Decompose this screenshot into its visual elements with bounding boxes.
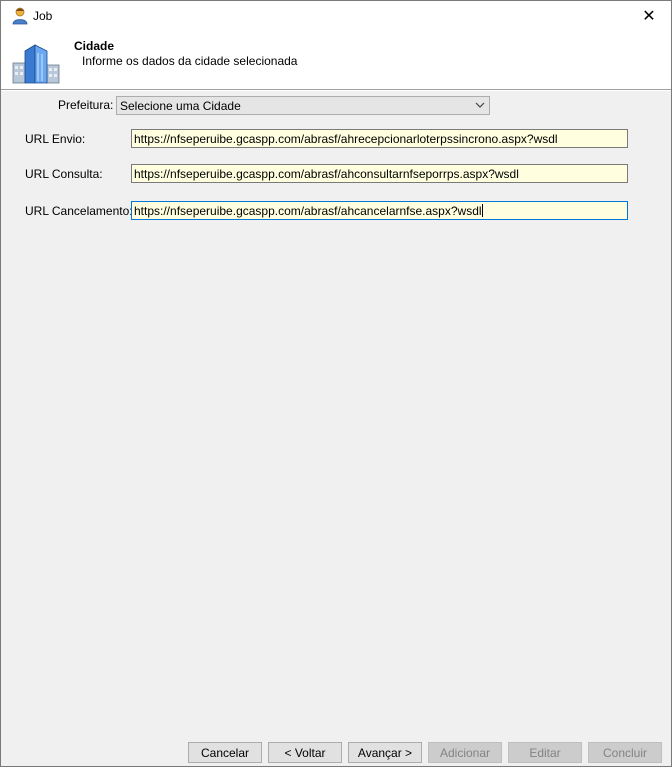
url-cancelamento-value: https://nfseperuibe.gcaspp.com/abrasf/ah… xyxy=(134,204,482,218)
voltar-button[interactable]: < Voltar xyxy=(268,742,342,763)
close-icon: ✕ xyxy=(642,8,656,25)
header-divider-highlight xyxy=(1,90,671,91)
url-envio-field[interactable]: https://nfseperuibe.gcaspp.com/abrasf/ah… xyxy=(131,129,628,148)
avancar-button[interactable]: Avançar > xyxy=(348,742,422,763)
header-title: Cidade xyxy=(74,39,115,53)
prefeitura-select[interactable]: Selecione uma Cidade xyxy=(116,96,490,115)
text-caret xyxy=(481,204,483,217)
url-cancelamento-label: URL Cancelamento: xyxy=(25,204,133,218)
adicionar-button[interactable]: Adicionar xyxy=(428,742,502,763)
editar-button[interactable]: Editar xyxy=(508,742,582,763)
concluir-button[interactable]: Concluir xyxy=(588,742,662,763)
window-title: Job xyxy=(33,9,53,23)
url-cancelamento-field[interactable]: https://nfseperuibe.gcaspp.com/abrasf/ah… xyxy=(131,201,628,220)
cancelar-button[interactable]: Cancelar xyxy=(188,742,262,763)
prefeitura-label: Prefeitura: xyxy=(58,98,114,112)
url-consulta-field[interactable]: https://nfseperuibe.gcaspp.com/abrasf/ah… xyxy=(131,164,628,183)
url-envio-label: URL Envio: xyxy=(25,132,86,146)
buildings-icon xyxy=(12,44,60,84)
chevron-down-icon xyxy=(475,102,485,108)
job-dialog: Job ✕ Cidade Informe os dados da cidade … xyxy=(0,0,672,767)
url-consulta-value: https://nfseperuibe.gcaspp.com/abrasf/ah… xyxy=(134,167,519,181)
wizard-header: Cidade Informe os dados da cidade seleci… xyxy=(1,31,671,89)
prefeitura-select-value: Selecione uma Cidade xyxy=(120,99,241,113)
url-envio-value: https://nfseperuibe.gcaspp.com/abrasf/ah… xyxy=(134,132,558,146)
title-bar[interactable]: Job ✕ xyxy=(1,1,671,31)
header-subtitle: Informe os dados da cidade selecionada xyxy=(82,54,298,68)
url-consulta-label: URL Consulta: xyxy=(25,167,103,181)
close-button[interactable]: ✕ xyxy=(627,1,671,31)
user-icon xyxy=(12,7,28,25)
